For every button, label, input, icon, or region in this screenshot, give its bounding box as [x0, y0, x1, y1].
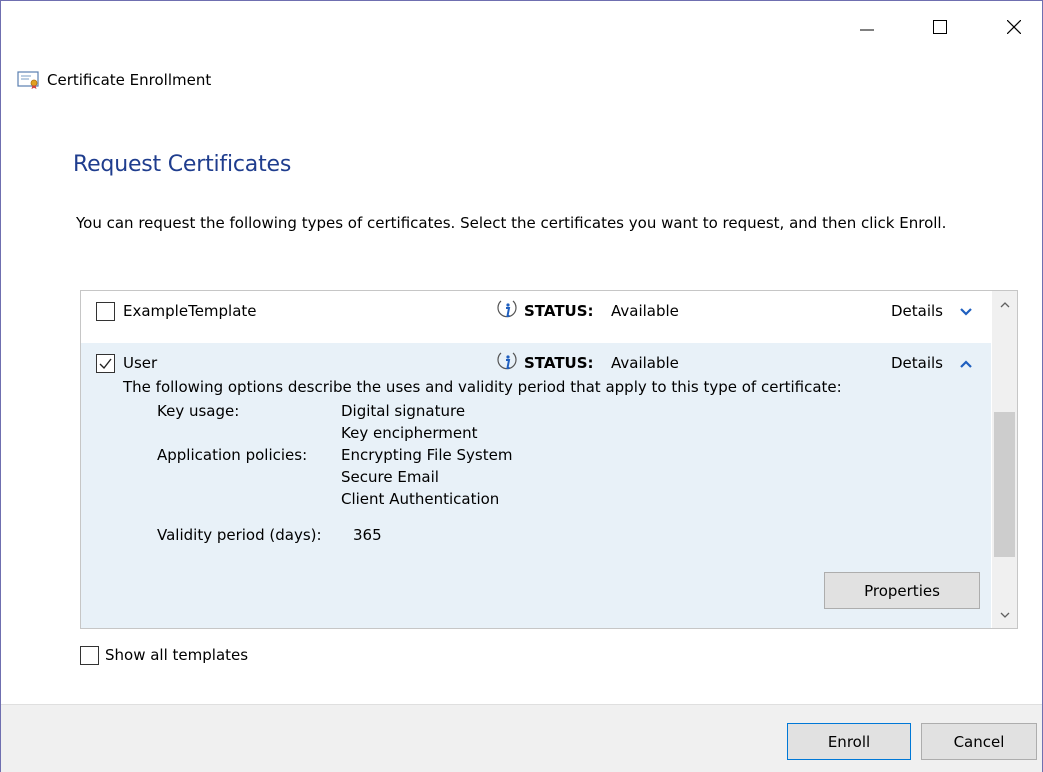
cancel-button[interactable]: Cancel — [921, 723, 1037, 760]
validity-period-label: Validity period (days): — [157, 526, 322, 544]
status-label: STATUS: — [524, 302, 594, 320]
application-policy-value: Client Authentication — [341, 490, 500, 508]
scroll-up-button[interactable] — [992, 293, 1017, 315]
application-policy-value: Encrypting File System — [341, 446, 513, 464]
details-toggle-user[interactable]: Details — [891, 353, 943, 373]
status-value: Available — [611, 302, 679, 320]
chevron-up-icon[interactable] — [959, 359, 973, 369]
maximize-icon — [933, 20, 947, 34]
exampletemplate-checkbox[interactable] — [96, 302, 115, 321]
show-all-templates-label: Show all templates — [105, 646, 249, 664]
checkmark-icon — [99, 358, 112, 370]
status-label: STATUS: — [524, 354, 594, 372]
maximize-button[interactable] — [917, 7, 963, 47]
close-button[interactable] — [991, 7, 1037, 47]
chevron-down-icon[interactable] — [959, 307, 973, 317]
chevron-down-icon — [1000, 612, 1009, 618]
details-toggle-exampletemplate[interactable]: Details — [891, 301, 943, 321]
enroll-button[interactable]: Enroll — [787, 723, 911, 760]
list-scrollbar[interactable] — [992, 291, 1017, 628]
status-value: Available — [611, 354, 679, 372]
properties-button[interactable]: Properties — [824, 572, 980, 609]
key-usage-label: Key usage: — [157, 402, 240, 420]
user-checkbox[interactable] — [96, 354, 115, 373]
application-policies-label: Application policies: — [157, 446, 308, 464]
info-icon — [497, 300, 517, 318]
show-all-templates-checkbox[interactable] — [80, 646, 99, 665]
page-description: You can request the following types of c… — [76, 214, 947, 232]
chevron-up-icon — [1000, 301, 1009, 307]
application-policy-value: Secure Email — [341, 468, 439, 486]
scrollbar-thumb[interactable] — [994, 412, 1015, 557]
info-icon — [497, 352, 517, 370]
certificate-enrollment-window: Certificate Enrollment Request Certifica… — [0, 0, 1043, 772]
template-row-exampletemplate[interactable]: ExampleTemplate STATUS: Available Detail… — [81, 291, 991, 333]
key-usage-value: Digital signature — [341, 402, 466, 420]
minimize-button[interactable] — [844, 7, 890, 47]
template-name: ExampleTemplate — [123, 302, 257, 320]
scroll-down-button[interactable] — [992, 604, 1017, 626]
options-description: The following options describe the uses … — [123, 378, 842, 396]
template-name: User — [123, 354, 158, 372]
window-title: Certificate Enrollment — [47, 71, 212, 89]
close-icon — [1007, 20, 1021, 34]
validity-period-value: 365 — [353, 526, 382, 544]
minimize-icon — [860, 29, 874, 31]
page-heading: Request Certificates — [73, 152, 292, 177]
key-usage-value: Key encipherment — [341, 424, 478, 442]
certificate-icon — [17, 71, 39, 89]
